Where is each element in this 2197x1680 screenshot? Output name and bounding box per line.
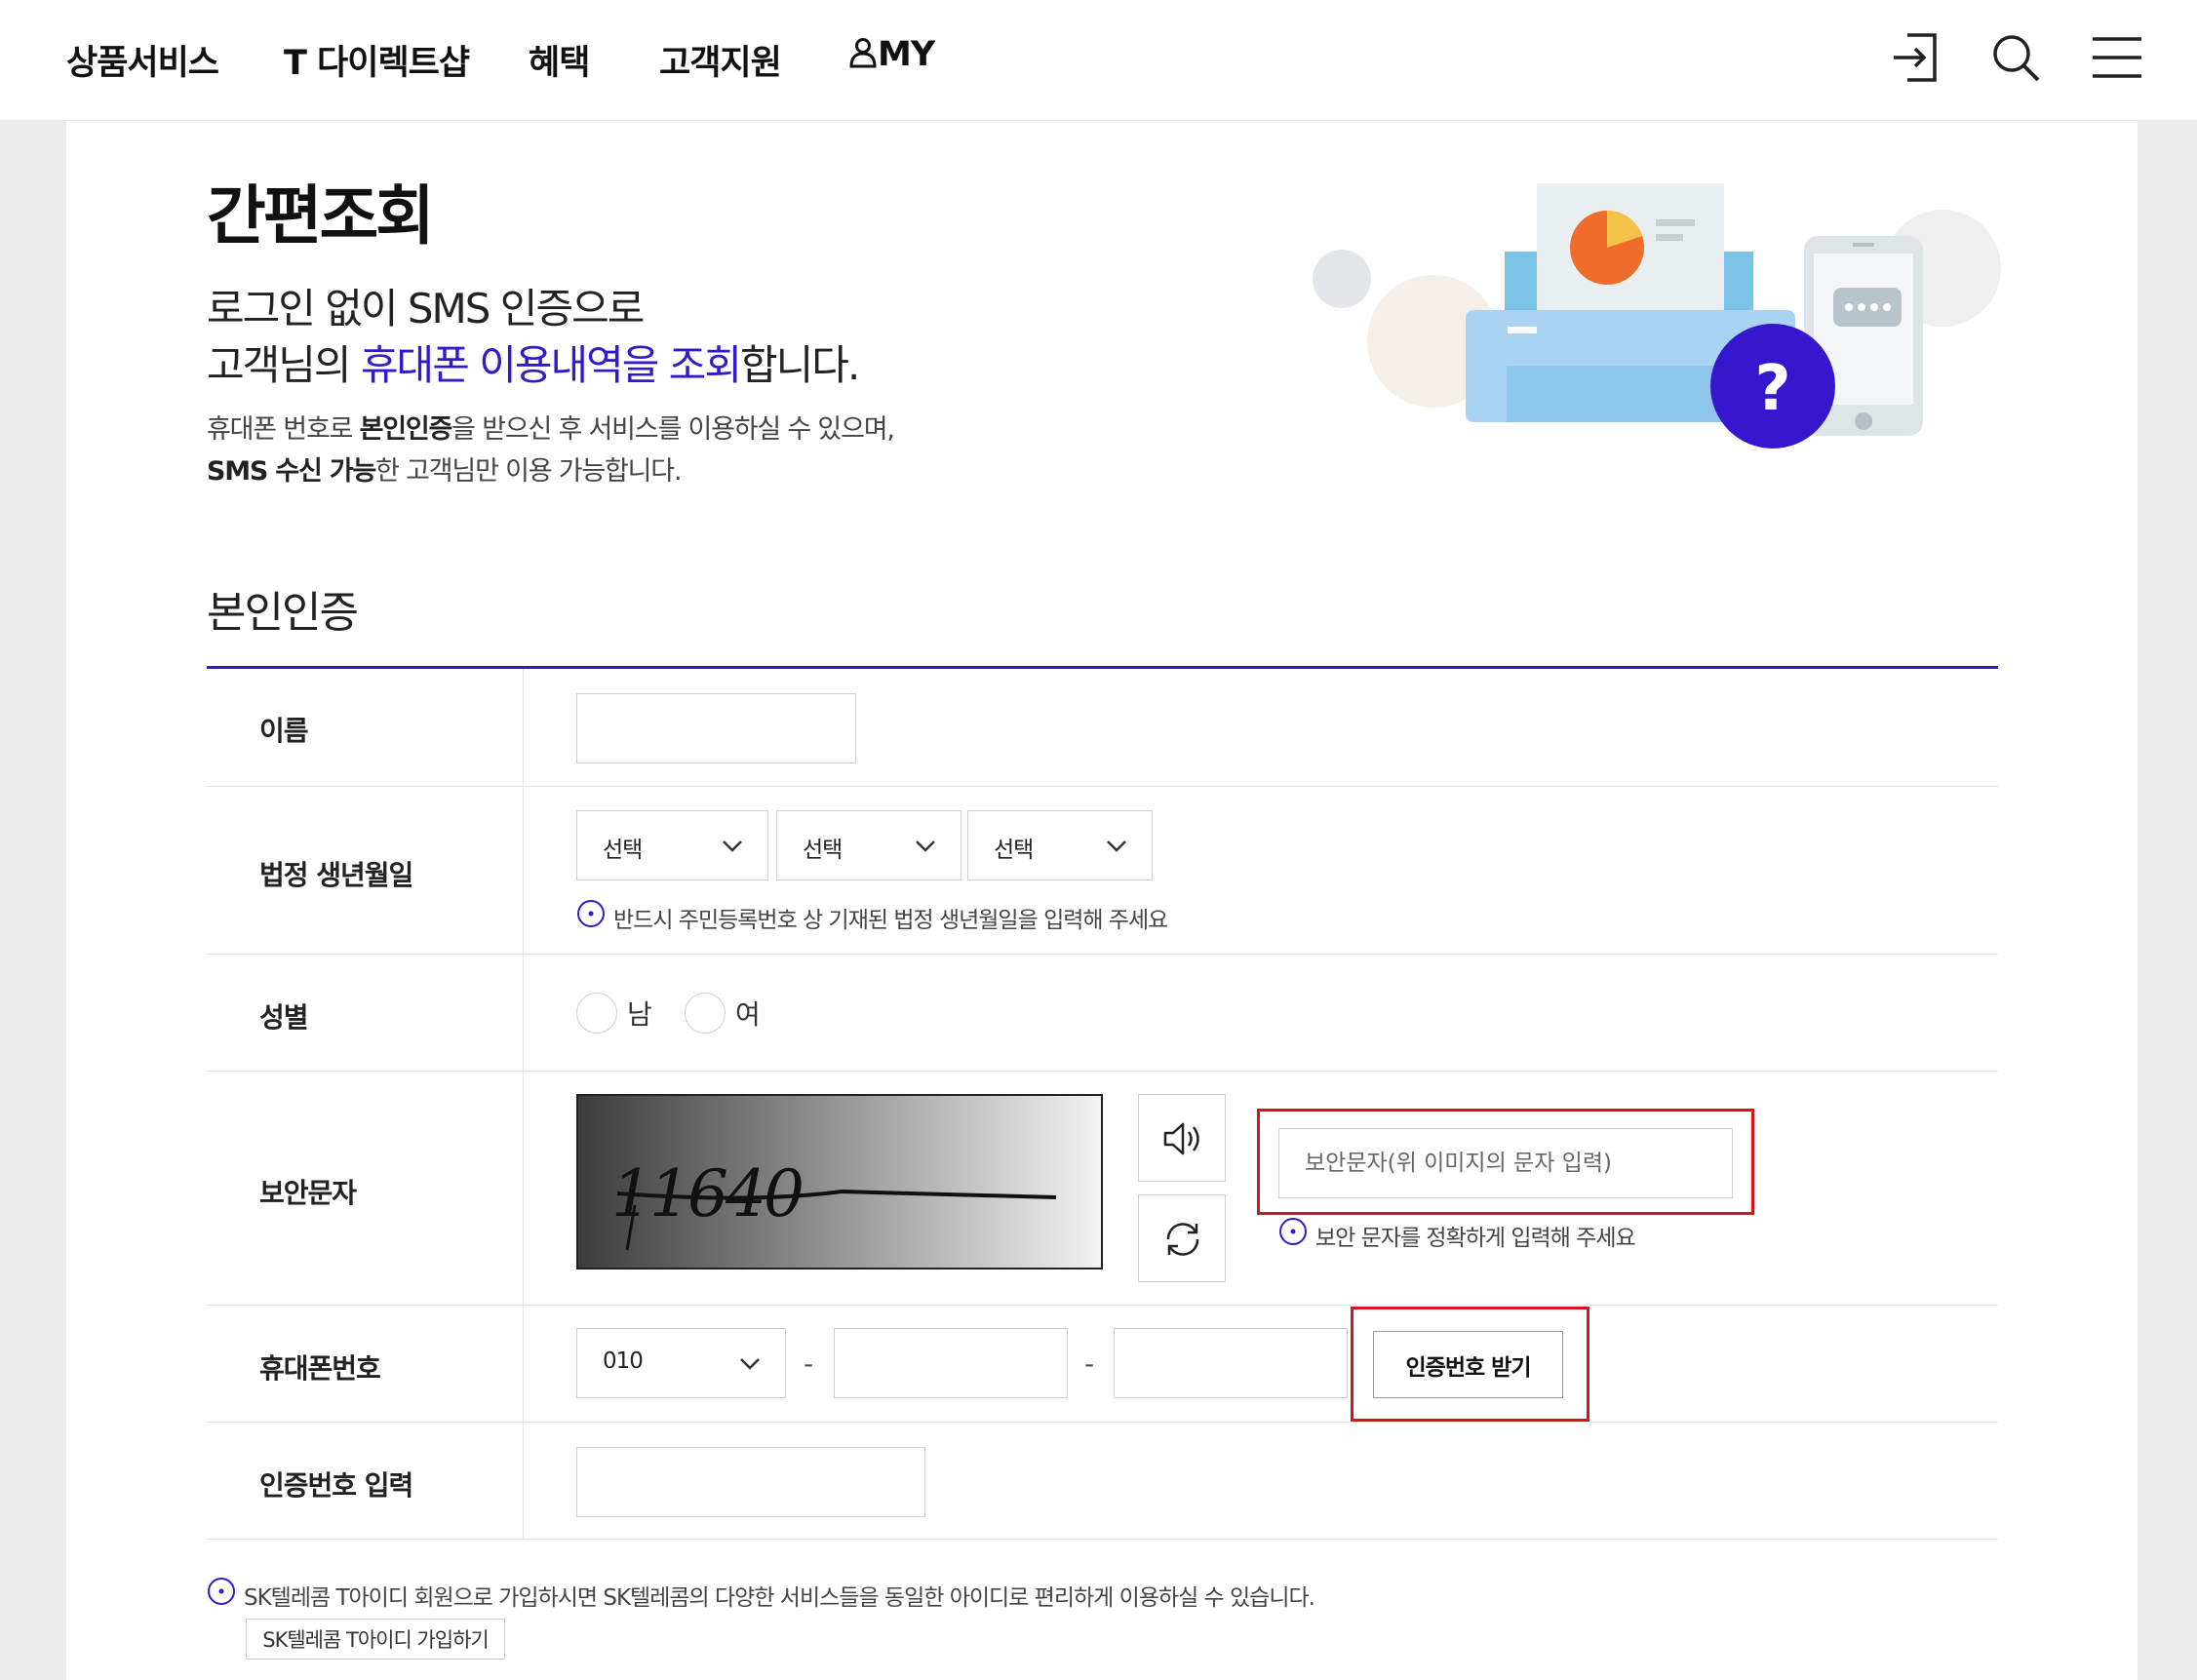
name-label: 이름 [259, 715, 309, 747]
cert-number-input[interactable] [576, 1447, 925, 1517]
illustration-question-mark: ? [1754, 353, 1790, 425]
gender-female-label[interactable]: 여 [735, 994, 761, 1033]
captcha-image: 11640 [576, 1094, 1103, 1270]
birth-year-value: 선택 [603, 838, 643, 863]
info-dot-icon [1279, 1218, 1307, 1245]
info-dot-icon [577, 900, 605, 927]
captcha-notice-text: 보안 문자를 정확하게 입력해 주세요 [1315, 1226, 1636, 1251]
phone-middle-input[interactable] [834, 1328, 1068, 1398]
search-icon[interactable] [1985, 27, 2046, 88]
captcha-notice: 보안 문자를 정확하게 입력해 주세요 [1278, 1218, 1636, 1252]
description-line-1: 휴대폰 번호로 본인인증을 받으신 후 서비스를 이용하실 수 있으며, [207, 408, 895, 446]
captcha-label: 보안문자 [259, 1177, 357, 1209]
nav-item-benefits[interactable]: 혜택 [529, 35, 590, 85]
phone-prefix-select[interactable]: 010 [576, 1328, 786, 1398]
printer-phone-illustration: ? [1313, 183, 2001, 449]
menu-icon[interactable] [2087, 27, 2147, 88]
page-title: 간편조회 [207, 178, 435, 254]
nav-item-my[interactable]: MY [848, 35, 935, 74]
lead-line-2: 고객님의 휴대폰 이용내역을 조회합니다. [207, 332, 860, 392]
phone-label: 휴대폰번호 [259, 1352, 381, 1385]
birth-notice-text: 반드시 주민등록번호 상 기재된 법정 생년월일을 입력해 주세요 [613, 908, 1168, 933]
birth-day-select[interactable]: 선택 [967, 810, 1153, 880]
phone-dash: - [804, 1348, 814, 1380]
birth-day-value: 선택 [994, 838, 1034, 863]
captcha-noise-line [616, 1189, 1057, 1251]
captcha-refresh-button[interactable] [1138, 1194, 1226, 1282]
row-divider [207, 954, 1998, 955]
row-divider [207, 1539, 1998, 1540]
nav-item-direct-shop[interactable]: T 다이렉트샵 [284, 35, 470, 85]
nav-item-support[interactable]: 고객지원 [659, 35, 782, 85]
desc-2-bold: SMS 수신 가능 [207, 456, 376, 487]
birth-notice: 반드시 주민등록번호 상 기재된 법정 생년월일을 입력해 주세요 [576, 900, 1168, 934]
name-input[interactable] [576, 693, 856, 763]
tid-join-notice: SK텔레콤 T아이디 회원으로 가입하시면 SK텔레콤의 다양한 서비스들을 동… [207, 1578, 1315, 1612]
refresh-icon [1166, 1223, 1199, 1256]
tid-join-button[interactable]: SK텔레콤 T아이디 가입하기 [246, 1619, 505, 1660]
nav-item-products[interactable]: 상품서비스 [66, 35, 219, 85]
phone-last-input[interactable] [1114, 1328, 1348, 1398]
chevron-down-icon [1107, 840, 1126, 852]
form-column-divider [523, 669, 524, 1540]
cert-input-label: 인증번호 입력 [259, 1469, 413, 1502]
nav-item-my-label: MY [878, 35, 935, 74]
birth-label: 법정 생년월일 [259, 859, 413, 891]
gender-male-label[interactable]: 남 [627, 994, 652, 1033]
birth-month-value: 선택 [803, 838, 843, 863]
phone-prefix-value: 010 [603, 1348, 644, 1374]
gender-label: 성별 [259, 1001, 309, 1034]
top-navigation: 상품서비스 T 다이렉트샵 혜택 고객지원 MY [0, 0, 2197, 121]
description-line-2: SMS 수신 가능한 고객님만 이용 가능합니다. [207, 449, 683, 488]
user-icon [849, 38, 877, 68]
request-cert-button[interactable]: 인증번호 받기 [1373, 1331, 1563, 1398]
gender-female-radio[interactable] [685, 993, 726, 1034]
lead-line-2-pre: 고객님의 [207, 341, 361, 389]
chevron-down-icon [916, 840, 935, 852]
row-divider [207, 1422, 1998, 1423]
desc-1-bold: 본인인증 [359, 414, 453, 445]
section-title: 본인인증 [207, 588, 359, 638]
lead-line-2-post: 합니다. [740, 341, 860, 389]
gender-male-radio[interactable] [576, 993, 617, 1034]
captcha-input[interactable] [1278, 1128, 1733, 1198]
desc-1-post: 을 받으신 후 서비스를 이용하실 수 있으며, [451, 414, 895, 445]
form-top-divider [207, 666, 1998, 669]
row-divider [207, 786, 1998, 787]
desc-2-post: 한 고객님만 이용 가능합니다. [375, 456, 682, 487]
lead-highlight: 휴대폰 이용내역을 조회 [360, 341, 742, 389]
tid-join-notice-text: SK텔레콤 T아이디 회원으로 가입하시면 SK텔레콤의 다양한 서비스들을 동… [244, 1585, 1315, 1611]
phone-dash: - [1084, 1348, 1095, 1380]
chevron-down-icon [740, 1358, 760, 1370]
desc-1-pre: 휴대폰 번호로 [207, 414, 360, 445]
birth-year-select[interactable]: 선택 [576, 810, 768, 880]
chevron-down-icon [723, 840, 742, 852]
row-divider [207, 1305, 1998, 1306]
row-divider [207, 1071, 1998, 1072]
lead-line-1: 로그인 없이 SMS 인증으로 [207, 285, 645, 332]
login-icon[interactable] [1886, 27, 1946, 88]
birth-month-select[interactable]: 선택 [776, 810, 961, 880]
speaker-icon [1163, 1122, 1199, 1155]
captcha-audio-button[interactable] [1138, 1094, 1226, 1182]
info-dot-icon [208, 1578, 235, 1605]
